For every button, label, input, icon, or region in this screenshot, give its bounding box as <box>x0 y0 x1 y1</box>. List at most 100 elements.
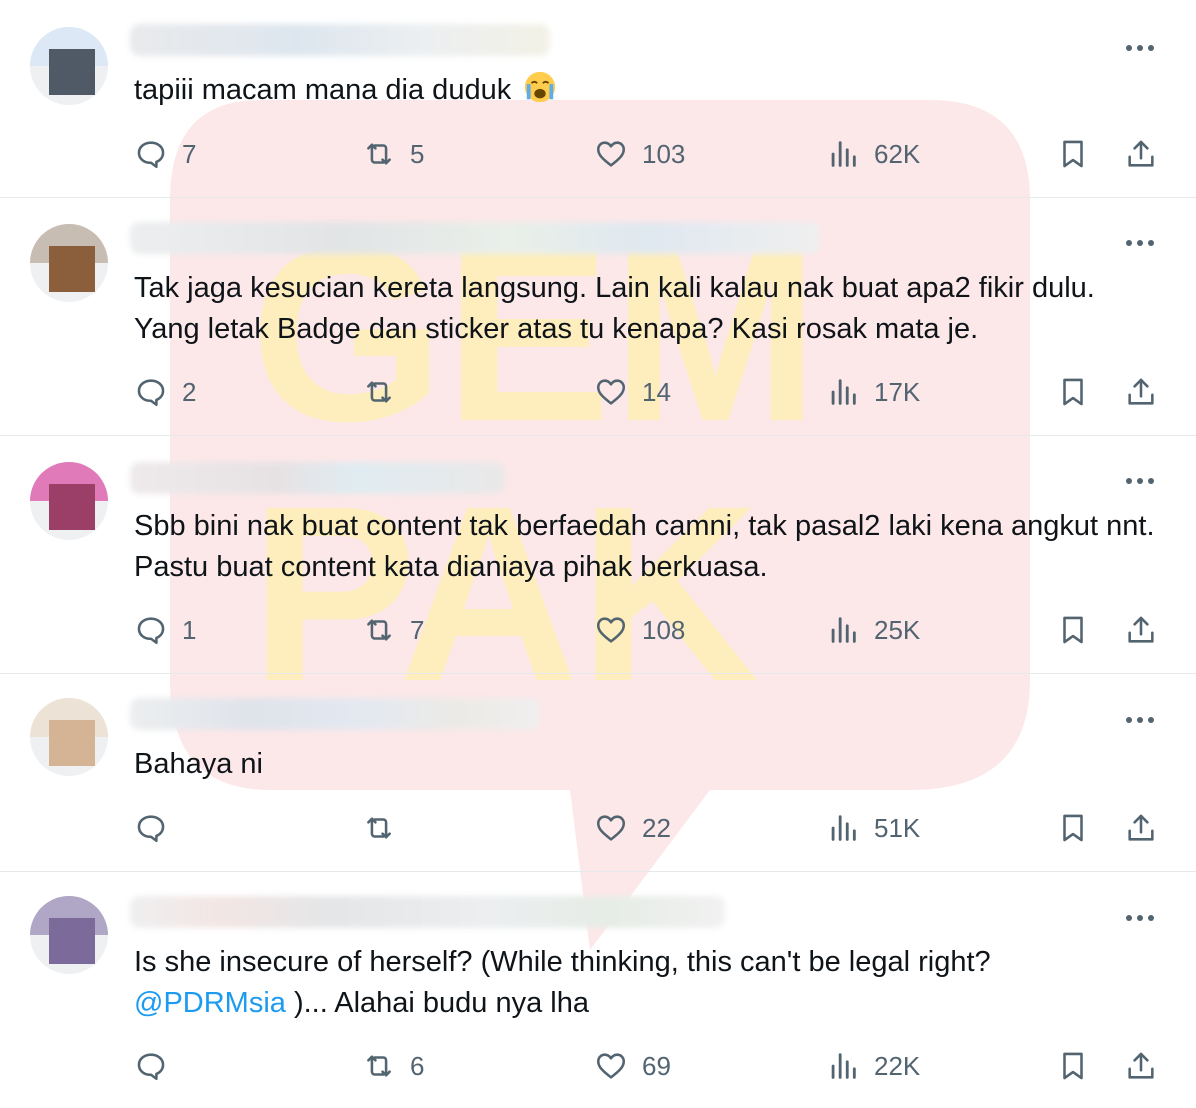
views-icon <box>831 617 856 643</box>
share-button[interactable] <box>1124 808 1158 848</box>
repost-button[interactable]: 7 <box>362 610 424 650</box>
bookmark-button[interactable] <box>1056 610 1090 650</box>
views-button[interactable]: 25K <box>826 610 920 650</box>
avatar[interactable] <box>30 896 108 974</box>
heart-icon <box>596 379 626 405</box>
more-options-button[interactable] <box>1120 469 1160 493</box>
like-button[interactable]: 69 <box>594 1046 671 1086</box>
like-button[interactable]: 108 <box>594 610 685 650</box>
repost-icon <box>367 381 391 403</box>
loudly-crying-face-emoji <box>525 71 556 103</box>
tweet-text: Tak jaga kesucian kereta langsung. Lain … <box>134 272 1095 345</box>
reply-tweet[interactable]: tapiii macam mana dia duduk 7 5 103 62K <box>0 0 1196 198</box>
view-count: 22K <box>874 1050 921 1081</box>
bookmark-icon <box>1063 814 1083 842</box>
repost-icon <box>367 1055 391 1077</box>
share-icon <box>1128 378 1154 405</box>
repost-button[interactable]: 5 <box>362 134 424 174</box>
reply-tweet[interactable]: Sbb bini nak buat content tak berfaedah … <box>0 436 1196 674</box>
heart-icon <box>596 1053 626 1079</box>
action-bar: 2 14 17K <box>0 372 1196 412</box>
reply-tweet[interactable]: Bahaya ni 22 51K <box>0 674 1196 872</box>
heart-icon <box>596 141 626 167</box>
like-button[interactable]: 14 <box>594 372 671 412</box>
reply-icon <box>137 815 165 843</box>
share-button[interactable] <box>1124 610 1158 650</box>
bookmark-button[interactable] <box>1056 134 1090 174</box>
share-button[interactable] <box>1124 134 1158 174</box>
avatar[interactable] <box>30 698 108 776</box>
reply-button[interactable]: 1 <box>134 610 196 650</box>
reply-button[interactable] <box>134 1046 182 1086</box>
like-count: 22 <box>642 812 671 843</box>
like-count: 14 <box>642 376 671 407</box>
views-button[interactable]: 17K <box>826 372 920 412</box>
bookmark-button[interactable] <box>1056 808 1090 848</box>
reply-icon <box>137 617 165 645</box>
repost-icon <box>367 143 391 165</box>
heart-icon <box>596 815 626 841</box>
more-options-button[interactable] <box>1120 906 1160 930</box>
reply-count: 7 <box>182 138 197 169</box>
share-button[interactable] <box>1124 1046 1158 1086</box>
reply-button[interactable]: 2 <box>134 372 196 412</box>
avatar[interactable] <box>30 27 108 105</box>
view-count: 25K <box>874 614 921 645</box>
blurred-username[interactable] <box>130 462 505 494</box>
avatar[interactable] <box>30 462 108 540</box>
reply-tweet[interactable]: Is she insecure of herself? (While think… <box>0 872 1196 1108</box>
more-options-button[interactable] <box>1120 36 1160 60</box>
repost-count: 6 <box>410 1050 425 1081</box>
like-count: 103 <box>642 138 686 169</box>
bookmark-button[interactable] <box>1056 372 1090 412</box>
repost-button[interactable] <box>362 808 410 848</box>
tweet-text: Sbb bini nak buat content tak berfaedah … <box>134 510 1155 583</box>
blurred-username[interactable] <box>130 24 550 56</box>
avatar[interactable] <box>30 224 108 302</box>
action-bar: 22 51K <box>0 808 1196 848</box>
share-button[interactable] <box>1124 372 1158 412</box>
bookmark-button[interactable] <box>1056 1046 1090 1086</box>
share-icon <box>1128 140 1154 167</box>
like-button[interactable]: 103 <box>594 134 685 174</box>
avatar-image <box>49 918 95 964</box>
share-icon <box>1128 1052 1154 1079</box>
avatar-image <box>49 49 95 95</box>
like-button[interactable]: 22 <box>594 808 671 848</box>
views-button[interactable]: 51K <box>826 808 920 848</box>
repost-icon <box>367 817 391 839</box>
reply-button[interactable] <box>134 808 182 848</box>
repost-button[interactable] <box>362 372 410 412</box>
bookmark-icon <box>1063 616 1083 644</box>
repost-button[interactable]: 6 <box>362 1046 424 1086</box>
avatar-image <box>49 720 95 766</box>
blurred-username[interactable] <box>130 222 820 254</box>
view-count: 51K <box>874 812 921 843</box>
views-icon <box>831 1053 856 1079</box>
action-bar: 1 7 108 25K <box>0 610 1196 650</box>
view-count: 17K <box>874 376 921 407</box>
tweet-text: Is she insecure of herself? (While think… <box>134 946 991 1019</box>
more-options-button[interactable] <box>1120 231 1160 255</box>
reply-count: 1 <box>182 614 197 645</box>
views-button[interactable]: 62K <box>826 134 920 174</box>
share-icon <box>1128 814 1154 841</box>
reply-button[interactable]: 7 <box>134 134 196 174</box>
blurred-username[interactable] <box>130 896 725 928</box>
reply-icon <box>137 141 165 169</box>
views-icon <box>831 379 856 405</box>
share-icon <box>1128 616 1154 643</box>
mention-link[interactable]: @PDRMsia <box>134 987 286 1019</box>
reply-feed: tapiii macam mana dia duduk 7 5 103 62K … <box>0 0 1196 1108</box>
reply-tweet[interactable]: Tak jaga kesucian kereta langsung. Lain … <box>0 198 1196 436</box>
repost-icon <box>367 619 391 641</box>
views-icon <box>831 141 856 167</box>
tweet-text: tapiii macam mana dia duduk <box>134 70 1156 111</box>
views-icon <box>831 815 856 841</box>
blurred-username[interactable] <box>130 698 540 730</box>
bookmark-icon <box>1063 1052 1083 1080</box>
like-count: 108 <box>642 614 686 645</box>
view-count: 62K <box>874 138 921 169</box>
more-options-button[interactable] <box>1120 708 1160 732</box>
views-button[interactable]: 22K <box>826 1046 920 1086</box>
